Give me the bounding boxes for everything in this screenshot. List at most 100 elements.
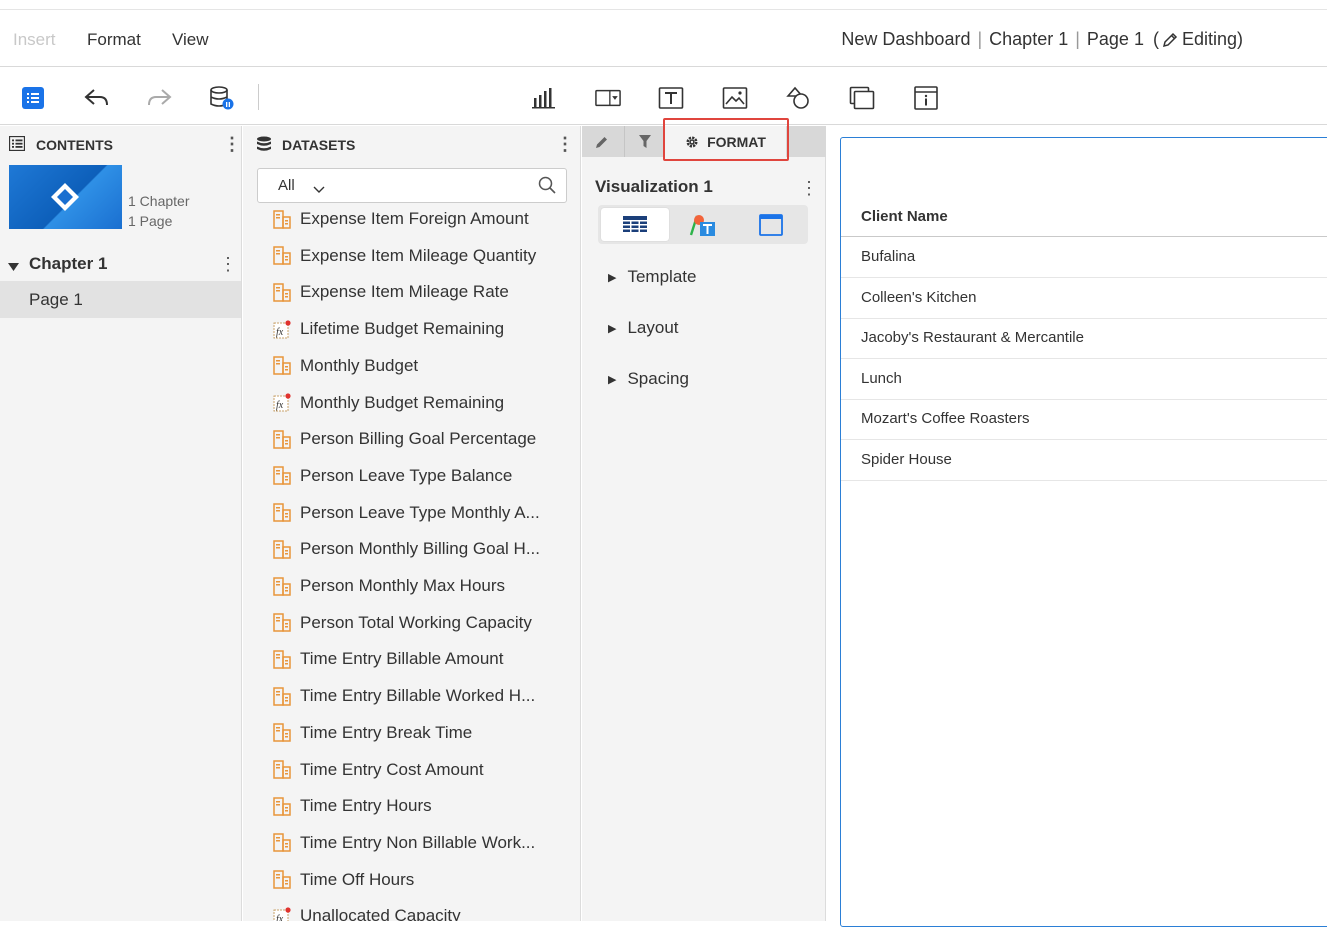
dataset-field-item[interactable]: Expense Item Foreign Amount — [273, 204, 573, 234]
dataset-field-label: Person Total Working Capacity — [300, 612, 532, 632]
undo-icon[interactable] — [84, 85, 110, 111]
image-icon[interactable] — [722, 85, 748, 111]
chevron-down-icon[interactable] — [313, 181, 325, 199]
filter-control-icon[interactable] — [595, 85, 621, 111]
dataset-field-item[interactable]: Time Entry Billable Amount — [273, 644, 573, 674]
datasets-more-icon[interactable]: ⋮ — [556, 135, 574, 153]
contents-more-icon[interactable]: ⋮ — [223, 135, 241, 153]
pencil-tab-icon[interactable] — [582, 126, 622, 157]
contents-header: CONTENTS ⋮ — [0, 126, 241, 162]
section-spacing-label: Spacing — [627, 369, 689, 388]
dataset-field-item[interactable]: Monthly Budget — [273, 351, 573, 381]
editing-status: Editing) — [1181, 29, 1243, 49]
caret-right-icon: ▶ — [608, 271, 617, 284]
dataset-filter-select[interactable]: All — [278, 177, 295, 194]
format-tab-highlight — [663, 118, 789, 161]
chapter-name[interactable]: Chapter 1 — [989, 29, 1068, 50]
info-icon[interactable] — [913, 85, 939, 111]
shapes-icon[interactable] — [786, 85, 812, 111]
table-row[interactable]: Bufalina — [841, 237, 1327, 278]
menu-format[interactable]: Format — [87, 30, 141, 50]
editing-open-paren: ( — [1152, 29, 1159, 49]
dataset-field-item[interactable]: fx Unallocated Capacity — [273, 901, 573, 921]
caret-down-icon[interactable] — [8, 259, 19, 277]
table-row[interactable]: Spider House — [841, 440, 1327, 481]
dataset-field-item[interactable]: Time Entry Non Billable Work... — [273, 828, 573, 858]
dataset-field-item[interactable]: Person Leave Type Balance — [273, 461, 573, 491]
format-mode-switcher — [598, 205, 808, 244]
dataset-field-item[interactable]: Time Entry Break Time — [273, 718, 573, 748]
section-layout[interactable]: ▶ Layout — [608, 318, 679, 338]
dataset-field-item[interactable]: Time Off Hours — [273, 865, 573, 895]
client-name-cell: Spider House — [861, 451, 952, 468]
metric-field-icon — [273, 796, 291, 816]
table-row[interactable]: Jacoby's Restaurant & Mercantile — [841, 318, 1327, 360]
dataset-field-item[interactable]: Person Monthly Billing Goal H... — [273, 534, 573, 564]
dataset-field-item[interactable]: Expense Item Mileage Quantity — [273, 241, 573, 271]
page-label: Page 1 — [29, 290, 83, 309]
title-separator: | — [977, 29, 983, 49]
search-icon[interactable] — [538, 176, 556, 199]
client-name-cell: Bufalina — [861, 248, 916, 265]
dataset-field-label: Expense Item Mileage Quantity — [300, 245, 537, 265]
menu-insert[interactable]: Insert — [13, 30, 56, 50]
chapter-count: 1 Chapter — [128, 193, 190, 209]
copy-icon[interactable] — [849, 85, 875, 111]
dashboard-title: New Dashboard | Chapter 1 | Page 1 ( Edi… — [841, 29, 1243, 50]
dataset-field-item[interactable]: Person Total Working Capacity — [273, 608, 573, 638]
text-box-icon[interactable] — [658, 85, 684, 111]
visualization-grid[interactable]: Client Name Bufalina Colleen's Kitchen Jac… — [840, 137, 1327, 927]
dashboard-thumbnail[interactable] — [9, 165, 122, 229]
table-row[interactable]: Colleen's Kitchen — [841, 278, 1327, 319]
dataset-field-label: Expense Item Mileage Rate — [300, 282, 509, 302]
page-name[interactable]: Page 1 — [1087, 29, 1144, 50]
contents-title: CONTENTS — [36, 137, 113, 153]
dataset-field-label: Time Entry Hours — [300, 796, 432, 816]
chapter-more-icon[interactable]: ⋮ — [219, 255, 237, 273]
chart-icon[interactable] — [531, 85, 557, 111]
dataset-field-label: Time Entry Break Time — [300, 722, 473, 742]
client-name-cell: Lunch — [861, 369, 902, 387]
dataset-field-label: Unallocated Capacity — [300, 906, 461, 921]
dataset-field-item[interactable]: fx Monthly Budget Remaining — [273, 388, 573, 418]
metric-field-icon — [273, 723, 291, 743]
dataset-field-list: Expense Item Foreign Amount Expense Item … — [243, 204, 581, 921]
text-format-icon[interactable] — [669, 208, 737, 241]
dataset-field-item[interactable]: Time Entry Cost Amount — [273, 755, 573, 785]
dataset-field-item[interactable]: Time Entry Billable Worked H... — [273, 681, 573, 711]
metric-field-icon — [273, 283, 291, 302]
grid-format-icon[interactable] — [601, 208, 669, 241]
section-spacing[interactable]: ▶ Spacing — [608, 369, 689, 389]
menu-view[interactable]: View — [172, 30, 209, 50]
dataset-field-item[interactable]: Expense Item Mileage Rate — [273, 277, 573, 307]
dashboard-canvas: Client Name Bufalina Colleen's Kitchen Jac… — [827, 126, 1327, 927]
metric-field-icon — [273, 613, 291, 632]
column-header-client-name[interactable]: Client Name — [861, 208, 948, 225]
metric-field-icon — [273, 833, 291, 853]
table-row[interactable]: Mozart's Coffee Roasters — [841, 399, 1327, 441]
container-format-icon[interactable] — [737, 208, 805, 241]
dataset-field-item[interactable]: fx Lifetime Budget Remaining — [273, 314, 573, 344]
dashboard-name[interactable]: New Dashboard — [841, 29, 970, 50]
page-item[interactable]: Page 1 — [0, 281, 241, 318]
data-source-icon[interactable] — [209, 85, 235, 111]
dataset-field-label: Person Leave Type Balance — [300, 465, 513, 485]
svg-text:fx: fx — [276, 400, 284, 411]
contents-toggle-icon[interactable] — [20, 85, 46, 111]
dataset-field-item[interactable]: Person Leave Type Monthly A... — [273, 498, 573, 528]
datasets-panel: DATASETS ⋮ All Expense Item Foreign Amou… — [243, 126, 581, 921]
dataset-search-box[interactable]: All — [257, 168, 567, 203]
filter-tab-icon[interactable] — [624, 126, 664, 157]
dataset-field-item[interactable]: Person Billing Goal Percentage — [273, 424, 573, 454]
table-row[interactable]: Lunch — [841, 359, 1327, 400]
client-name-cell: Mozart's Coffee Roasters — [861, 410, 1030, 428]
dataset-field-item[interactable]: Person Monthly Max Hours — [273, 571, 573, 601]
section-template[interactable]: ▶ Template — [608, 267, 696, 287]
dataset-field-label: Person Leave Type Monthly A... — [300, 502, 540, 522]
redo-icon[interactable] — [146, 85, 172, 111]
visualization-title[interactable]: Visualization 1 — [595, 177, 713, 197]
metric-field-icon — [273, 760, 291, 779]
dataset-field-item[interactable]: Time Entry Hours — [273, 791, 573, 821]
chapter-item[interactable]: Chapter 1 ⋮ — [0, 249, 242, 281]
visualization-more-icon[interactable]: ⋮ — [800, 179, 818, 197]
